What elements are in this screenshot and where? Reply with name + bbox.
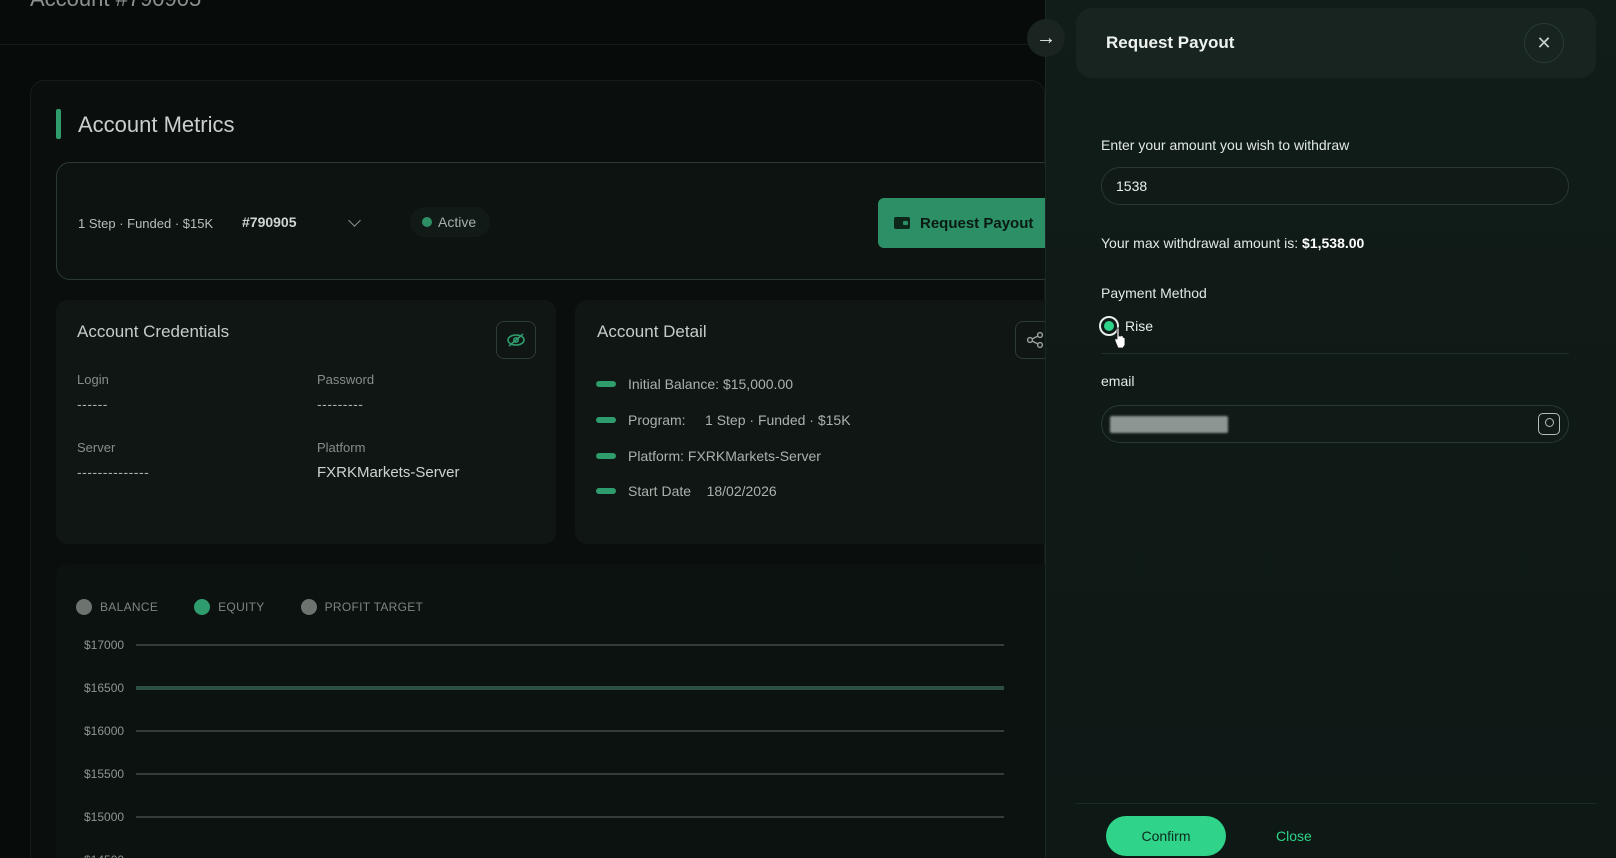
max-withdrawal-note: Your max withdrawal amount is: $1,538.00 [1101,235,1364,251]
toggle-visibility-button[interactable] [496,321,536,359]
detail-text: Start Date 18/02/2026 [628,483,777,499]
collapse-drawer-button[interactable]: → [1027,19,1065,57]
y-tick-label: $15000 [84,810,124,824]
redacted-email [1110,416,1228,433]
eye-off-icon [507,333,525,347]
share-icon [1026,331,1044,349]
y-tick-label: $16500 [84,681,124,695]
y-tick-label: $17000 [84,638,124,652]
payment-option-label: Rise [1125,318,1154,334]
status-label: Active [438,214,477,230]
confirm-button[interactable]: Confirm [1106,816,1226,856]
footer-divider [1076,803,1596,804]
divider [1101,353,1569,354]
detail-text: Program: 1 Step · Funded · $15K [628,412,851,428]
payment-option-rise[interactable]: Rise [1099,316,1153,336]
y-tick-label: $16000 [84,724,124,738]
login-label: Login [77,372,109,387]
legend-item-equity[interactable]: EQUITY [194,599,264,615]
contact-scan-icon[interactable] [1538,413,1560,435]
bullet-icon [596,453,616,459]
legend-item-profit-target[interactable]: PROFIT TARGET [300,599,424,615]
arrow-right-icon: → [1036,26,1056,49]
wallet-icon [894,217,910,229]
close-icon: ✕ [1536,32,1552,53]
drawer-title: Request Payout [1106,33,1235,52]
drawer-close-button[interactable]: ✕ [1524,23,1564,63]
password-label: Password [317,372,375,387]
bullet-icon [596,417,616,423]
max-note-amount: $1,538.00 [1302,235,1365,251]
detail-row: Initial Balance: $15,000.00 [596,376,793,392]
password-value: --------- [317,396,364,412]
y-tick-label: $15500 [84,767,124,781]
radio-selected-dot [1104,321,1114,331]
equity-chart: $17000 $16500 $16000 $15500 $15000 $14500 [84,638,1004,858]
detail-text: Initial Balance: $15,000.00 [628,376,794,392]
amount-label: Enter your amount you wish to withdraw [1101,137,1350,153]
detail-text: Platform: FXRKMarkets-Server [628,448,821,464]
account-detail-title: Account Detail [597,322,707,341]
close-button[interactable]: Close [1276,828,1312,844]
server-label: Server [77,440,116,455]
status-badge: Active [410,207,491,237]
legend-dot-icon [300,599,317,615]
login-value: ------ [77,396,108,412]
legend-item-balance[interactable]: BALANCE [76,599,158,615]
legend-label: BALANCE [100,600,159,614]
credentials-title: Account Credentials [77,322,230,341]
detail-row: Start Date 18/02/2026 [596,483,777,499]
platform-label: Platform [317,440,366,455]
page-title: Account #790905 [30,0,201,12]
server-value: -------------- [77,464,150,480]
amount-input[interactable] [1101,167,1569,205]
account-name: 1 Step · Funded · $15K [78,216,214,231]
max-note-text: Your max withdrawal amount is: [1101,235,1303,251]
bullet-icon [596,381,616,387]
pointer-cursor-icon [1114,327,1126,349]
section-accent-bar [56,109,61,139]
request-payout-button[interactable]: Request Payout [878,198,1058,248]
platform-value: FXRKMarkets-Server [317,464,460,481]
email-label: email [1101,373,1135,389]
request-payout-label: Request Payout [920,214,1034,232]
legend-dot-icon [76,599,92,615]
chart-legend: BALANCE EQUITY PROFIT TARGET [76,599,423,615]
legend-label: EQUITY [218,600,265,614]
legend-label: PROFIT TARGET [324,600,424,614]
account-number: #790905 [242,214,297,230]
header-divider [0,44,1045,45]
detail-row: Program: 1 Step · Funded · $15K [596,412,851,428]
status-dot-icon [422,217,432,227]
bullet-icon [596,488,616,494]
section-title: Account Metrics [78,112,235,137]
legend-dot-icon [194,599,211,615]
detail-row: Platform: FXRKMarkets-Server [596,448,821,464]
payment-method-label: Payment Method [1101,285,1207,301]
y-tick-label: $14500 [84,853,124,858]
